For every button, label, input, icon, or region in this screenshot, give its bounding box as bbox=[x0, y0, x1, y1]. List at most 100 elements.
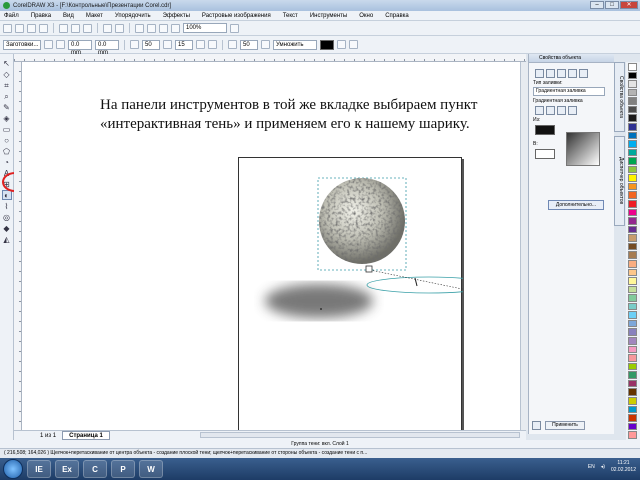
menu-view[interactable]: Вид bbox=[63, 13, 74, 19]
shadow-offset-y-field[interactable]: 0.0 mm bbox=[95, 39, 119, 56]
menu-effects[interactable]: Эффекты bbox=[163, 13, 190, 19]
palette-swatch[interactable] bbox=[628, 268, 637, 277]
feather-direction-icon[interactable] bbox=[196, 40, 205, 49]
interactive-fill-tool-icon[interactable]: ◭ bbox=[2, 234, 12, 244]
menu-arrange[interactable]: Упорядочить bbox=[115, 13, 151, 19]
from-color-picker[interactable] bbox=[535, 125, 555, 135]
palette-swatch[interactable] bbox=[628, 200, 637, 208]
palette-swatch[interactable] bbox=[628, 285, 637, 294]
clock[interactable]: 11:21 02.02.2012 bbox=[611, 460, 636, 474]
cut-icon[interactable] bbox=[59, 23, 68, 33]
gradient-preview[interactable] bbox=[566, 132, 600, 166]
shadow-feather-field[interactable]: 15 bbox=[175, 39, 193, 50]
shadow-ellipse[interactable] bbox=[265, 284, 373, 318]
palette-swatch[interactable] bbox=[628, 422, 637, 431]
clear-shadow-icon[interactable] bbox=[349, 40, 358, 49]
palette-swatch[interactable] bbox=[628, 63, 637, 71]
palette-swatch[interactable] bbox=[628, 311, 637, 319]
shadow-opacity-field[interactable]: 50 bbox=[142, 39, 160, 50]
menu-edit[interactable]: Правка bbox=[31, 13, 51, 19]
shape-tool-icon[interactable]: ◇ bbox=[2, 69, 12, 79]
palette-swatch[interactable] bbox=[628, 405, 637, 414]
taskbar-powerpoint-icon[interactable]: P bbox=[111, 460, 135, 478]
close-button[interactable]: ✕ bbox=[620, 1, 638, 9]
opacity-slider-handle[interactable] bbox=[414, 277, 418, 287]
general-tab-icon[interactable] bbox=[557, 69, 566, 78]
palette-swatch[interactable] bbox=[628, 294, 637, 302]
taskbar-explorer-icon[interactable]: Ex bbox=[55, 460, 79, 478]
outline-tool-icon[interactable]: ◎ bbox=[2, 212, 12, 222]
new-document-icon[interactable] bbox=[3, 23, 12, 33]
fill-type-select[interactable]: Градиентная заливка bbox=[533, 87, 605, 96]
palette-swatch[interactable] bbox=[628, 251, 637, 259]
palette-swatch[interactable] bbox=[628, 302, 637, 311]
palette-swatch[interactable] bbox=[628, 234, 637, 242]
palette-swatch[interactable] bbox=[628, 217, 637, 225]
menu-bitmaps[interactable]: Растровые изображения bbox=[202, 13, 271, 19]
palette-swatch[interactable] bbox=[628, 242, 637, 251]
palette-swatch[interactable] bbox=[628, 337, 637, 345]
transparency-mode-select[interactable]: Умножить bbox=[273, 39, 317, 50]
shadow-offset-x-field[interactable]: 0.0 mm bbox=[68, 39, 92, 56]
preset-select[interactable]: Заготовки... bbox=[3, 39, 41, 50]
copy-icon[interactable] bbox=[71, 23, 80, 33]
palette-swatch[interactable] bbox=[628, 148, 637, 157]
language-indicator[interactable]: EN bbox=[588, 464, 595, 470]
palette-swatch[interactable] bbox=[628, 157, 637, 165]
palette-swatch[interactable] bbox=[628, 182, 637, 191]
palette-swatch[interactable] bbox=[628, 259, 637, 268]
lock-icon[interactable] bbox=[532, 420, 541, 430]
pick-tool-icon[interactable]: ↖ bbox=[2, 58, 12, 68]
menu-text[interactable]: Текст bbox=[283, 13, 298, 19]
shadow-stretch-slider-icon[interactable] bbox=[261, 40, 270, 49]
menu-file[interactable]: Файл bbox=[4, 13, 19, 19]
palette-swatch[interactable] bbox=[628, 114, 637, 122]
palette-swatch[interactable] bbox=[628, 388, 637, 396]
palette-swatch[interactable] bbox=[628, 88, 637, 97]
horizontal-scrollbar[interactable] bbox=[200, 432, 520, 438]
shadow-start-handle[interactable] bbox=[365, 265, 373, 273]
tab-object-properties[interactable]: Свойства объекта bbox=[614, 62, 625, 132]
palette-swatch[interactable] bbox=[628, 414, 637, 422]
shadow-color-swatch[interactable] bbox=[320, 39, 334, 50]
export-icon[interactable] bbox=[147, 23, 156, 33]
menu-window[interactable]: Окно bbox=[359, 13, 373, 19]
add-preset-icon[interactable] bbox=[44, 40, 53, 49]
palette-swatch[interactable] bbox=[628, 225, 637, 234]
shadow-angle-icon[interactable] bbox=[130, 40, 139, 49]
fill-tool-icon[interactable]: ◆ bbox=[2, 223, 12, 233]
eyedropper-tool-icon[interactable]: ⌇ bbox=[2, 201, 12, 211]
radial-gradient-icon[interactable] bbox=[546, 106, 555, 115]
feather-edges-icon[interactable] bbox=[208, 40, 217, 49]
zoom-tool-icon[interactable]: ⌕ bbox=[2, 91, 12, 101]
palette-swatch[interactable] bbox=[628, 131, 637, 140]
palette-swatch[interactable] bbox=[628, 371, 637, 379]
redo-icon[interactable] bbox=[115, 23, 124, 33]
document-page[interactable] bbox=[238, 157, 492, 433]
fade-icon[interactable] bbox=[228, 40, 237, 49]
basic-shapes-tool-icon[interactable]: ◔ bbox=[2, 157, 12, 167]
palette-swatch[interactable] bbox=[628, 396, 637, 405]
palette-swatch[interactable] bbox=[628, 379, 637, 388]
palette-swatch[interactable] bbox=[628, 208, 637, 217]
palette-swatch[interactable] bbox=[628, 122, 637, 131]
palette-swatch[interactable] bbox=[628, 354, 637, 362]
smart-fill-tool-icon[interactable]: ◈ bbox=[2, 113, 12, 123]
open-icon[interactable] bbox=[15, 23, 24, 33]
conical-gradient-icon[interactable] bbox=[557, 106, 566, 115]
taskbar-word-icon[interactable]: W bbox=[139, 460, 163, 478]
options-icon[interactable] bbox=[230, 23, 239, 33]
to-color-picker[interactable] bbox=[535, 149, 555, 159]
tab-page-1[interactable]: Страница 1 bbox=[62, 431, 110, 440]
palette-swatch[interactable] bbox=[628, 174, 637, 182]
palette-swatch[interactable] bbox=[628, 319, 637, 328]
paste-icon[interactable] bbox=[83, 23, 92, 33]
square-gradient-icon[interactable] bbox=[568, 106, 577, 115]
internet-tab-icon[interactable] bbox=[568, 69, 577, 78]
print-icon[interactable] bbox=[39, 23, 48, 33]
undo-icon[interactable] bbox=[103, 23, 112, 33]
copy-shadow-properties-icon[interactable] bbox=[337, 40, 346, 49]
horizontal-ruler[interactable] bbox=[14, 54, 526, 62]
maximize-button[interactable]: □ bbox=[605, 1, 619, 9]
volume-icon[interactable]: ◂) bbox=[601, 464, 605, 470]
